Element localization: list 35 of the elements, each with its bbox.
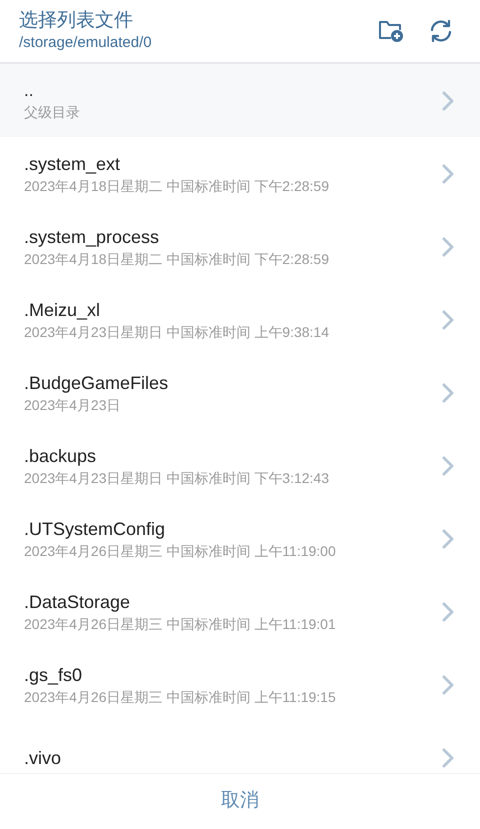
new-folder-icon — [378, 19, 404, 43]
chevron-icon — [442, 310, 454, 330]
file-date: 2023年4月23日星期日 中国标准时间 上午9:38:14 — [24, 322, 330, 342]
file-date: 2023年4月23日星期日 中国标准时间 下午3:12:43 — [24, 468, 330, 488]
chevron-icon — [442, 164, 454, 184]
file-date: 2023年4月18日星期二 中国标准时间 下午2:28:59 — [24, 250, 330, 268]
chevron-icon — [442, 528, 454, 548]
chevron-icon — [442, 748, 454, 768]
file-name: .vivo — [24, 746, 62, 770]
file-name: .UTSystemConfig — [24, 518, 166, 540]
file-name: .gs_fs0 — [24, 664, 84, 686]
chevron-icon — [442, 456, 454, 476]
chevron-icon — [442, 602, 454, 622]
file-name: .. — [24, 80, 34, 102]
dialog-title: 选择列表文件 — [19, 9, 134, 33]
file-date: 2023年4月26日星期三 中国标准时间 上午11:19:15 — [24, 688, 337, 706]
cancel-button[interactable]: 取消 — [205, 783, 275, 820]
file-name: .system_process — [24, 226, 160, 248]
file-name: .BudgeGameFiles — [24, 372, 170, 394]
file-date: 2023年4月18日星期二 中国标准时间 下午2:28:59 — [24, 176, 330, 196]
chevron-icon — [442, 90, 454, 110]
chevron-icon — [442, 236, 454, 256]
file-name: .system_ext — [24, 152, 122, 176]
file-date: 2023年4月26日星期三 中国标准时间 上午11:19:00 — [24, 542, 337, 560]
refresh-icon — [428, 19, 454, 43]
file-name: .Meizu_xl — [24, 298, 102, 322]
chevron-icon — [442, 674, 454, 694]
file-date: 2023年4月23日 — [24, 396, 122, 414]
file-date: 2023年4月26日星期三 中国标准时间 上午11:19:01 — [24, 614, 337, 634]
file-name: .backups — [24, 444, 98, 468]
file-date: 父级目录 — [24, 102, 81, 122]
file-name: .DataStorage — [24, 590, 132, 614]
chevron-icon — [442, 382, 454, 402]
current-path: /storage/emulated/0 — [19, 33, 153, 53]
parent-directory-row[interactable]: .. 父级目录 — [0, 64, 480, 137]
